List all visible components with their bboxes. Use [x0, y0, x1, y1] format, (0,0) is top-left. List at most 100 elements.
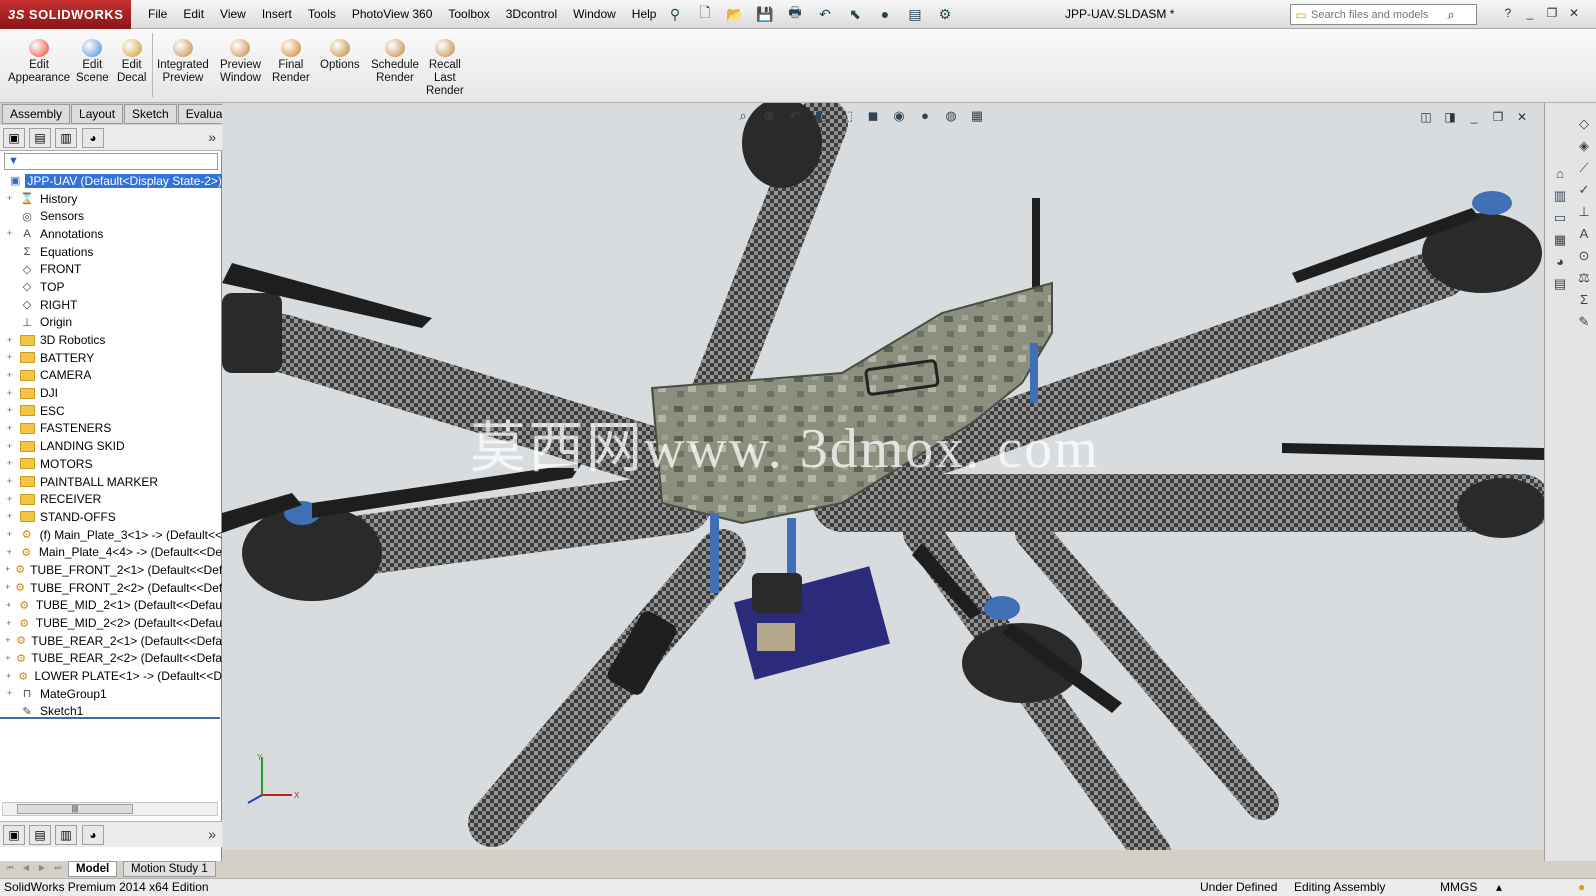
expand-toggle-icon[interactable]: +	[5, 194, 14, 203]
graphics-viewport[interactable]: 莫西网www. 3dmox. com ⌕ ⊕ ↶ ◧ ⬚ ◼ ◉ ● ◍ ▦ ◫…	[222, 103, 1544, 850]
apply-scene-icon[interactable]: ◍	[942, 107, 960, 125]
section-view-icon[interactable]: ◧	[812, 107, 830, 125]
expand-toggle-icon[interactable]: +	[5, 406, 14, 415]
displaymanager-tab-icon[interactable]: ◕	[82, 825, 104, 845]
expand-toggle-icon[interactable]: +	[5, 441, 14, 451]
tree-node[interactable]: ◇ FRONT	[0, 260, 222, 278]
expand-toggle-icon[interactable]: +	[5, 618, 13, 628]
sketch-tool-icon[interactable]: ◈	[1575, 137, 1593, 155]
file-properties-icon[interactable]: ▤	[902, 4, 928, 24]
close-icon[interactable]: ✕	[1566, 5, 1582, 21]
restore-icon[interactable]: ❐	[1490, 109, 1506, 125]
menu-window[interactable]: Window	[565, 0, 624, 29]
final-render-button[interactable]: Final Render	[272, 39, 310, 85]
tree-node[interactable]: ◇ RIGHT	[0, 296, 222, 314]
expand-toggle-icon[interactable]: +	[5, 459, 14, 468]
bottom-tab-motion-study-1[interactable]: Motion Study 1	[123, 861, 216, 877]
configurationmanager-tab-icon[interactable]: ▥	[55, 825, 77, 845]
schedule-render-button[interactable]: Schedule Render	[371, 39, 419, 85]
tree-node[interactable]: + ⊓ MateGroup1	[0, 685, 222, 703]
menu-photoview-360[interactable]: PhotoView 360	[344, 0, 441, 29]
tree-node[interactable]: +3D Robotics	[0, 331, 222, 349]
undo-icon[interactable]: ↶	[812, 4, 838, 24]
featuremanager-tab-icon[interactable]: ▣	[3, 825, 25, 845]
evaluate-icon[interactable]: ⚖	[1575, 269, 1593, 287]
balloon-icon[interactable]: ⊙	[1575, 247, 1593, 265]
smart-dimension-icon[interactable]: ◇	[1575, 115, 1593, 133]
expand-toggle-icon[interactable]: +	[5, 423, 14, 433]
menu-help[interactable]: Help	[624, 0, 665, 29]
menu-view[interactable]: View	[212, 0, 254, 29]
tree-node[interactable]: + ⚙ TUBE_REAR_2<1> (Default<<Defa	[0, 632, 222, 650]
tree-node[interactable]: Σ Equations	[0, 243, 222, 261]
expand-toggle-icon[interactable]: +	[5, 636, 11, 645]
previous-view-icon[interactable]: ↶	[786, 107, 804, 125]
expand-toggle-icon[interactable]: +	[5, 689, 14, 698]
expand-toggle-icon[interactable]: +	[5, 547, 14, 557]
tree-node[interactable]: + CAMERA	[0, 367, 222, 385]
tree-filter[interactable]: ▼	[4, 153, 218, 170]
tab-assembly[interactable]: Assembly	[2, 104, 71, 124]
tree-node[interactable]: + ESC	[0, 402, 222, 420]
tree-node[interactable]: + LANDING SKID	[0, 437, 222, 455]
expand-toggle-icon[interactable]: +	[5, 388, 14, 398]
tab-layout[interactable]: Layout	[71, 104, 124, 124]
expand-toggle-icon[interactable]: +	[5, 335, 14, 345]
select-icon[interactable]: ⬉	[842, 4, 868, 24]
tree-root-node[interactable]: ▣ JPP-UAV (Default<Display State-2>)	[0, 172, 222, 190]
solidworks-logo[interactable]: 3S SOLIDWORKS	[0, 0, 131, 29]
preview-window-button[interactable]: Preview Window	[220, 39, 261, 85]
bottom-tab-model[interactable]: Model	[68, 861, 118, 877]
first-tab-icon[interactable]: ⏮	[4, 863, 16, 875]
prev-tab-icon[interactable]: ◀	[20, 863, 32, 875]
minimize-icon[interactable]: _	[1466, 109, 1482, 125]
expand-panel-icon[interactable]: »	[208, 826, 216, 842]
custom-properties-icon[interactable]: ▤	[1551, 275, 1569, 293]
zoom-to-fit-icon[interactable]: ⌕	[734, 107, 752, 125]
expand-toggle-icon[interactable]: +	[5, 565, 10, 574]
tree-node[interactable]: + ⚙ TUBE_REAR_2<2> (Default<<Defa	[0, 650, 222, 668]
search-icon[interactable]: ⌕	[1441, 7, 1461, 23]
last-tab-icon[interactable]: ⏭	[52, 863, 64, 875]
text-icon[interactable]: A	[1575, 225, 1593, 243]
tree-node[interactable]: + ⚙ Main_Plate_4<4> -> (Default<<De	[0, 543, 222, 561]
tree-node[interactable]: ◇ TOP	[0, 278, 222, 296]
restore-icon[interactable]: ❐	[1544, 5, 1560, 21]
expand-toggle-icon[interactable]: +	[5, 512, 14, 521]
view-palette-icon[interactable]: ▦	[1551, 231, 1569, 249]
menu-toolbox[interactable]: Toolbox	[440, 0, 497, 29]
tree-node[interactable]: + ⚙ TUBE_MID_2<1> (Default<<Defau	[0, 597, 222, 615]
expand-panel-icon[interactable]: »	[208, 129, 216, 145]
tree-node[interactable]: + ⚙ TUBE_FRONT_2<2> (Default<<Def	[0, 579, 222, 597]
expand-toggle-icon[interactable]: +	[5, 229, 14, 238]
tree-node[interactable]: + PAINTBALL MARKER	[0, 473, 222, 491]
resources-icon[interactable]: ▥	[1551, 187, 1569, 205]
expand-toggle-icon[interactable]: +	[5, 671, 12, 681]
expand-toggle-icon[interactable]: +	[5, 370, 14, 380]
expand-toggle-icon[interactable]: +	[5, 583, 10, 592]
hide-show-items-icon[interactable]: ◉	[890, 107, 908, 125]
expand-toggle-icon[interactable]: +	[5, 653, 11, 663]
featuremanager-tab-icon[interactable]: ▣	[3, 128, 25, 148]
recall-render-button[interactable]: Recall Last Render	[426, 39, 464, 98]
rebuild-status-icon[interactable]: ●	[1578, 879, 1585, 896]
tree-node[interactable]: + BATTERY	[0, 349, 222, 367]
expand-toggle-icon[interactable]: +	[5, 600, 13, 610]
tree-node[interactable]: + FASTENERS	[0, 420, 222, 438]
appearance-button[interactable]: Edit Appearance	[8, 39, 70, 85]
units-arrow-icon[interactable]: ▴	[1496, 879, 1502, 896]
view-settings-icon[interactable]: ▦	[968, 107, 986, 125]
line-tool-icon[interactable]: ⟋	[1575, 159, 1593, 177]
status-units[interactable]: MMGS	[1440, 879, 1477, 896]
tree-node[interactable]: + ⚙ TUBE_FRONT_2<1> (Default<<Def	[0, 561, 222, 579]
expand-toggle-icon[interactable]: +	[5, 530, 14, 539]
rebuild-icon[interactable]: ●	[872, 4, 898, 24]
tree-node[interactable]: + ⚙ TUBE_MID_2<2> (Default<<Defau	[0, 614, 222, 632]
rollback-bar[interactable]	[0, 717, 220, 719]
tree-node[interactable]: ◎ Sensors	[0, 207, 222, 225]
tree-horizontal-scrollbar[interactable]: |||	[2, 802, 218, 816]
tree-node[interactable]: + RECEIVER	[0, 490, 222, 508]
tree-node[interactable]: + STAND-OFFS	[0, 508, 222, 526]
displaymanager-tab-icon[interactable]: ◕	[82, 128, 104, 148]
save-icon[interactable]: 💾	[752, 4, 778, 24]
